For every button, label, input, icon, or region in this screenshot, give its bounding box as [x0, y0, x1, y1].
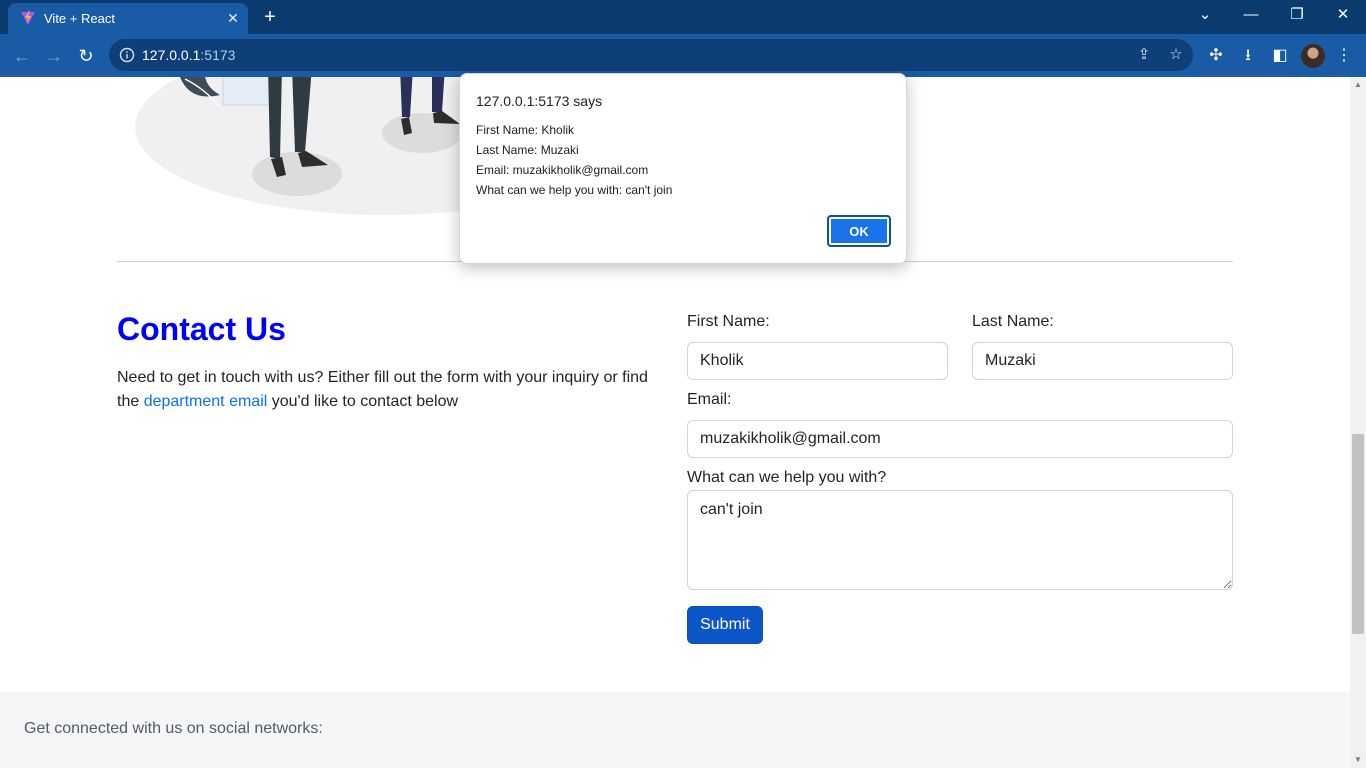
- email-input[interactable]: [687, 420, 1233, 458]
- download-icon[interactable]: ⭳: [1236, 44, 1260, 68]
- people-illustration: [135, 77, 510, 215]
- contact-title: Contact Us: [117, 311, 286, 347]
- dialog-email-line: Email: muzakikholik@gmail.com: [476, 163, 649, 177]
- tab-search-icon[interactable]: ⌄: [1182, 0, 1228, 30]
- back-arrow-icon[interactable]: ←: [8, 42, 36, 70]
- scroll-up-arrow-icon[interactable]: ▲: [1350, 79, 1366, 91]
- scroll-thumb[interactable]: [1352, 434, 1364, 634]
- window-close-button[interactable]: ✕: [1320, 0, 1366, 30]
- help-textarea[interactable]: can't join: [687, 490, 1233, 590]
- alert-dialog: 127.0.0.1:5173 says First Name: Kholik L…: [459, 73, 907, 264]
- menu-kebab-icon[interactable]: ⋮: [1332, 44, 1356, 68]
- last-name-input[interactable]: [972, 342, 1233, 380]
- contact-text-end: you'd like to contact below: [267, 393, 459, 410]
- first-name-input[interactable]: [687, 342, 948, 380]
- share-icon[interactable]: ⇪: [1133, 45, 1155, 65]
- help-label: What can we help you with?: [687, 469, 887, 486]
- department-email-link[interactable]: department email: [144, 393, 268, 410]
- new-tab-button[interactable]: +: [258, 5, 282, 29]
- email-label: Email:: [687, 391, 732, 408]
- contact-description: Need to get in touch with us? Either fil…: [117, 366, 667, 414]
- dialog-last-name-line: Last Name: Muzaki: [476, 143, 579, 157]
- browser-tab[interactable]: Vite + React ✕: [8, 3, 248, 34]
- ok-button[interactable]: OK: [827, 215, 891, 247]
- dialog-help-line: What can we help you with: can't join: [476, 183, 673, 197]
- address-bar[interactable]: 127.0.0.1:5173 ⇪ ☆: [109, 39, 1193, 71]
- footer-social-text: Get connected with us on social networks…: [24, 720, 323, 737]
- vite-logo-icon: [21, 11, 35, 25]
- extensions-icon[interactable]: ✣: [1204, 44, 1228, 68]
- url-text[interactable]: 127.0.0.1:5173: [142, 47, 235, 63]
- reload-icon[interactable]: ↻: [72, 42, 100, 70]
- tab-bar: Vite + React ✕ + ⌄ — ❐ ✕: [0, 0, 1366, 34]
- first-name-label: First Name:: [687, 313, 770, 330]
- dialog-title: 127.0.0.1:5173 says: [476, 93, 603, 109]
- site-info-icon[interactable]: [119, 47, 135, 63]
- tab-title: Vite + React: [44, 11, 115, 26]
- profile-avatar[interactable]: [1301, 44, 1325, 68]
- url-port: :5173: [200, 47, 236, 63]
- forward-arrow-icon[interactable]: →: [40, 42, 68, 70]
- footer: Get connected with us on social networks…: [0, 692, 1350, 768]
- bookmark-star-icon[interactable]: ☆: [1165, 45, 1187, 65]
- restore-button[interactable]: ❐: [1274, 0, 1320, 30]
- dialog-first-name-line: First Name: Kholik: [476, 123, 575, 137]
- browser-toolbar: ← → ↻ 127.0.0.1:5173 ⇪ ☆ ✣ ⭳ ◧ ⋮: [0, 34, 1366, 77]
- page-scrollbar[interactable]: ▲ ▼: [1350, 77, 1366, 768]
- scroll-down-arrow-icon[interactable]: ▼: [1350, 754, 1366, 766]
- minimize-button[interactable]: —: [1228, 0, 1274, 30]
- side-panel-icon[interactable]: ◧: [1268, 44, 1292, 68]
- url-host: 127.0.0.1: [142, 47, 201, 63]
- last-name-label: Last Name:: [972, 313, 1054, 330]
- submit-button[interactable]: Submit: [687, 606, 763, 644]
- tab-close-icon[interactable]: ✕: [224, 9, 242, 27]
